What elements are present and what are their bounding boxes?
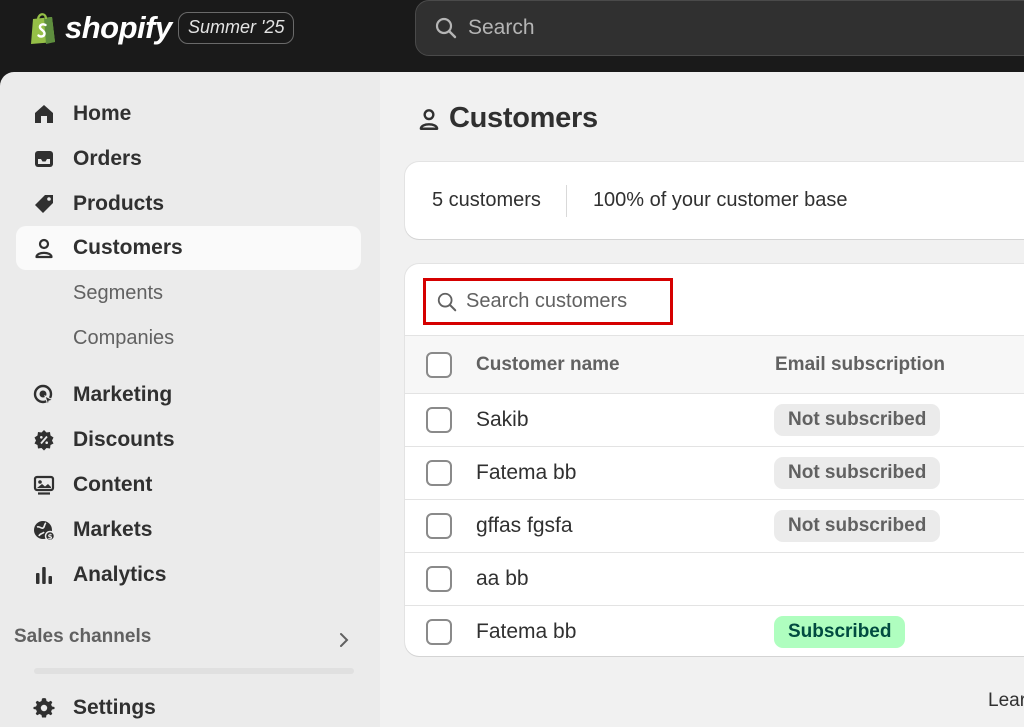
status-badge: Not subscribed: [774, 404, 941, 436]
status-badge: Not subscribed: [774, 457, 941, 489]
search-customers-field[interactable]: [423, 278, 673, 325]
sidebar-item-content[interactable]: Content: [16, 463, 361, 507]
customer-name: Fatema bb: [476, 620, 577, 643]
customer-base-percent: 100% of your customer base: [592, 189, 848, 211]
sidebar-item-label: Settings: [73, 696, 156, 719]
sidebar-item-label: Orders: [73, 147, 142, 170]
content-icon: [30, 471, 58, 499]
table-row[interactable]: Sakib Not subscribed: [405, 394, 1024, 447]
sidebar-item-label: Products: [73, 192, 165, 215]
customer-name: Fatema bb: [476, 461, 577, 484]
svg-text:$: $: [48, 533, 53, 541]
shopify-logo[interactable]: shopify: [28, 10, 172, 46]
home-icon: [30, 100, 58, 128]
status-badge: Not subscribed: [774, 510, 941, 542]
sales-channels-label: Sales channels: [14, 626, 152, 647]
discount-icon: [30, 426, 58, 454]
sidebar-item-segments[interactable]: Segments: [73, 282, 163, 305]
row-checkbox[interactable]: [426, 407, 452, 433]
table-header: Customer name Email subscription: [405, 335, 1024, 394]
customer-name: aa bb: [476, 567, 529, 590]
page-title: Customers: [416, 102, 598, 135]
chevron-right-icon[interactable]: [336, 630, 352, 650]
learn-more-link[interactable]: Lear: [988, 690, 1024, 712]
column-header-email-subscription[interactable]: Email subscription: [775, 354, 945, 376]
sidebar-item-marketing[interactable]: Marketing: [16, 373, 361, 417]
globe-icon: $: [30, 516, 58, 544]
stats-divider: [565, 184, 567, 217]
sidebar-item-products[interactable]: Products: [16, 182, 361, 226]
sidebar-item-orders[interactable]: Orders: [16, 137, 361, 181]
sidebar-item-label: Customers: [73, 236, 183, 259]
sidebar-item-settings[interactable]: Settings: [16, 686, 361, 727]
customer-count[interactable]: 5 customers: [432, 189, 541, 212]
gear-icon: [30, 694, 58, 722]
global-search-placeholder: Search: [468, 16, 535, 39]
row-checkbox[interactable]: [426, 566, 452, 592]
sidebar-item-label: Marketing: [73, 383, 173, 406]
top-bar: shopify Summer '25 Search: [0, 0, 1024, 72]
sales-channel-item-partial: [34, 668, 354, 674]
shopify-bag-icon: [31, 13, 55, 44]
person-icon: [419, 108, 439, 130]
person-icon: [30, 234, 58, 262]
table-row[interactable]: Fatema bb Not subscribed: [405, 447, 1024, 500]
sidebar-item-markets[interactable]: $ Markets: [16, 508, 361, 552]
sidebar-item-label: Content: [73, 473, 153, 496]
target-icon: [30, 381, 58, 409]
sidebar-item-customers[interactable]: Customers: [16, 226, 361, 270]
select-all-checkbox[interactable]: [426, 352, 452, 378]
sidebar-item-home[interactable]: Home: [16, 92, 361, 136]
customer-name: gffas fgsfa: [476, 514, 573, 537]
customers-table-card: Customer name Email subscription Sakib N…: [405, 264, 1024, 656]
row-checkbox[interactable]: [426, 619, 452, 645]
table-row[interactable]: aa bb: [405, 553, 1024, 606]
row-checkbox[interactable]: [426, 460, 452, 486]
search-icon: [437, 292, 457, 311]
search-icon: [435, 17, 457, 39]
column-header-customer-name[interactable]: Customer name: [476, 354, 620, 376]
edition-badge[interactable]: Summer '25: [178, 12, 295, 44]
page-title-text: Customers: [449, 102, 598, 134]
global-search-bar[interactable]: Search: [415, 0, 1024, 56]
sidebar-item-analytics[interactable]: Analytics: [16, 553, 361, 597]
inbox-icon: [30, 145, 58, 173]
sidebar-item-label: Analytics: [73, 563, 167, 586]
sidebar-item-discounts[interactable]: Discounts: [16, 418, 361, 462]
brand-name: shopify: [65, 10, 172, 45]
table-row[interactable]: gffas fgsfa Not subscribed: [405, 500, 1024, 553]
customer-name: Sakib: [476, 408, 529, 431]
sidebar-item-companies[interactable]: Companies: [73, 327, 174, 350]
status-badge: Subscribed: [774, 616, 906, 648]
row-checkbox[interactable]: [426, 513, 452, 539]
bar-chart-icon: [30, 561, 58, 589]
search-customers-input[interactable]: [466, 290, 666, 313]
main-content: Customers 5 customers 100% of your custo…: [380, 72, 1024, 727]
sidebar-item-label: Home: [73, 102, 132, 125]
sidebar-item-label: Markets: [73, 518, 153, 541]
tag-icon: [30, 190, 58, 218]
table-row[interactable]: Fatema bb Subscribed: [405, 606, 1024, 656]
customer-stats-card: 5 customers 100% of your customer base: [405, 162, 1024, 239]
sidebar-item-label: Discounts: [73, 428, 175, 451]
